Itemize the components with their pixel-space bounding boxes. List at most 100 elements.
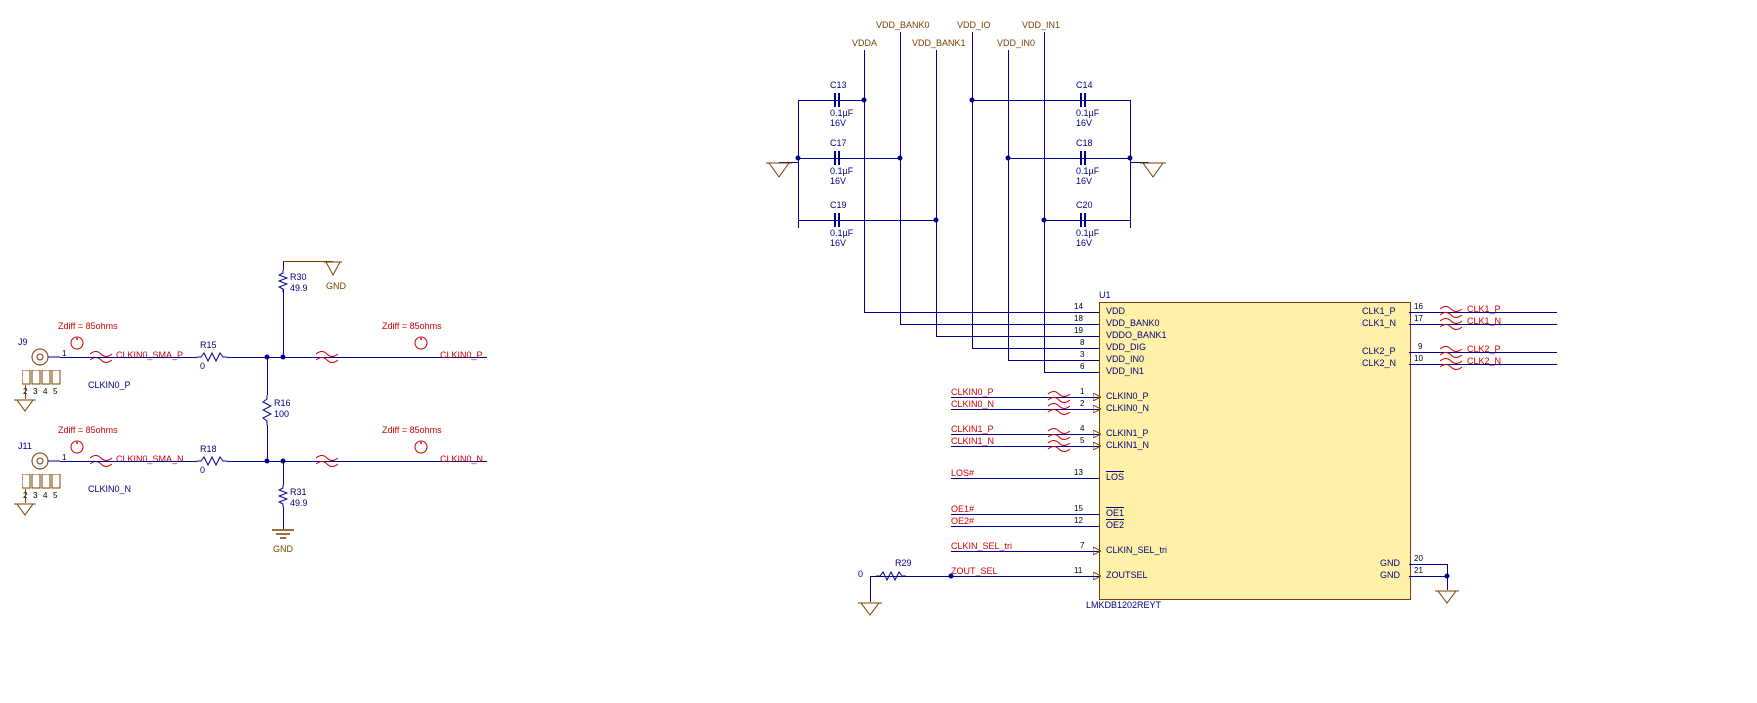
junction-node — [949, 574, 954, 579]
wire — [936, 336, 1071, 337]
diffpair-icon — [316, 455, 338, 467]
pin-num: 21 — [1414, 566, 1423, 575]
resistor-R30-symbol — [278, 270, 288, 292]
junction-node — [796, 156, 801, 161]
r18-ref: R18 — [200, 444, 217, 454]
c19-volt: 16V — [830, 238, 846, 248]
wire — [267, 357, 268, 395]
wire — [283, 315, 284, 357]
zdiff-3: Zdiff = 85ohms — [58, 425, 118, 435]
cap-C17-symbol — [830, 151, 844, 165]
wire — [798, 220, 936, 221]
wire — [283, 261, 284, 270]
schematic-canvas: R30 49.9 GND J9 1 2 3 4 5 CLKIN0_P Zdiff… — [0, 0, 1757, 703]
j9-netname: CLKIN0_P — [88, 380, 131, 390]
gnd-label-2: GND — [273, 544, 293, 554]
r30-val: 49.9 — [290, 283, 308, 293]
diffpair-icon — [1440, 306, 1462, 318]
gnd-symbol — [14, 399, 36, 413]
pin-name: CLKIN1_P — [1106, 428, 1149, 438]
resistor-R29-symbol — [876, 571, 906, 581]
c13-ref: C13 — [830, 80, 847, 90]
net-CLKIN1_N: CLKIN1_N — [951, 436, 994, 446]
net-CLK2_P: CLK2_P — [1467, 344, 1501, 354]
wire — [25, 489, 26, 503]
pin — [1071, 360, 1099, 361]
wire — [951, 576, 1071, 577]
c18-val: 0.1µF — [1076, 166, 1099, 176]
wire — [1130, 100, 1131, 228]
j11-signal: CLKIN0_SMA_N — [116, 454, 184, 464]
j11-pin4: 4 — [43, 491, 47, 500]
pin-name: VDD_IN1 — [1106, 366, 1144, 376]
wire — [1008, 360, 1071, 361]
r29-ref: R29 — [895, 558, 912, 568]
wire — [864, 50, 865, 312]
r31-val: 49.9 — [290, 498, 308, 508]
wire — [936, 50, 937, 336]
net-OE2: OE2# — [951, 516, 974, 526]
net-CLKIN0_P: CLKIN0_P — [951, 387, 994, 397]
resistor-R31-symbol — [278, 485, 288, 507]
pin-name: CLKIN0_P — [1106, 391, 1149, 401]
c13-val: 0.1µF — [830, 108, 853, 118]
r16-val: 100 — [274, 409, 289, 419]
c17-ref: C17 — [830, 138, 847, 148]
pin-name: VDD_DIG — [1106, 342, 1146, 352]
net-CLKIN1_P: CLKIN1_P — [951, 424, 994, 434]
net-CLK1_P: CLK1_P — [1467, 304, 1501, 314]
j9-signal: CLKIN0_SMA_P — [116, 350, 183, 360]
wire — [1008, 158, 1130, 159]
net-CLKIN0_N: CLKIN0_N — [951, 399, 994, 409]
c18-ref: C18 — [1076, 138, 1093, 148]
rail-VDD_IN1: VDD_IN1 — [1022, 20, 1060, 30]
c14-volt: 16V — [1076, 118, 1092, 128]
wire — [972, 32, 973, 348]
pin-num: 11 — [1074, 566, 1082, 575]
wire — [951, 551, 1071, 552]
pin-name: CLK1_P — [1362, 306, 1396, 316]
pin — [1409, 564, 1437, 565]
pin — [1071, 324, 1099, 325]
annotation-icon — [70, 336, 84, 350]
net-LOS: LOS# — [951, 468, 974, 478]
inversion-bubble — [1093, 572, 1101, 580]
diffpair-icon — [1440, 358, 1462, 370]
pin-name: VDDO_BANK1 — [1106, 330, 1167, 340]
pin-name: CLKIN1_N — [1106, 440, 1149, 450]
rail-VDD_IO: VDD_IO — [957, 20, 991, 30]
clk-in0p-net: CLKIN0_P — [440, 350, 483, 360]
wire — [86, 357, 197, 358]
rail-VDDA: VDDA — [852, 38, 877, 48]
pin-name: ZOUTSEL — [1106, 570, 1148, 580]
gnd-symbol — [14, 503, 36, 517]
zdiff-1: Zdiff = 85ohms — [58, 321, 118, 331]
wire — [906, 576, 951, 577]
pin — [1071, 372, 1099, 373]
c17-val: 0.1µF — [830, 166, 853, 176]
net-zout-sel: ZOUT_SEL — [951, 566, 998, 576]
c14-ref: C14 — [1076, 80, 1093, 90]
wire — [283, 289, 284, 315]
pin-name: CLK1_N — [1362, 318, 1396, 328]
pin-num: 8 — [1080, 338, 1084, 347]
rail-VDD_BANK1: VDD_BANK1 — [912, 38, 966, 48]
pin-num: 20 — [1414, 554, 1423, 563]
pin-num: 9 — [1418, 342, 1422, 351]
wire — [267, 425, 268, 461]
annotation-icon — [70, 440, 84, 454]
wire — [870, 576, 871, 602]
pin-num: 14 — [1074, 302, 1083, 311]
wire — [283, 507, 284, 529]
wire — [864, 312, 1071, 313]
net-OE1: OE1# — [951, 504, 974, 514]
inversion-bubble — [1093, 393, 1101, 401]
gnd-symbol — [272, 529, 294, 543]
pin — [1409, 364, 1437, 365]
wire — [900, 32, 901, 324]
c17-volt: 16V — [830, 176, 846, 186]
pin-num: 1 — [1080, 387, 1084, 396]
diffpair-icon — [1048, 403, 1070, 415]
net-clkin-sel: CLKIN_SEL_tri — [951, 541, 1012, 551]
diffpair-icon — [1048, 440, 1070, 452]
